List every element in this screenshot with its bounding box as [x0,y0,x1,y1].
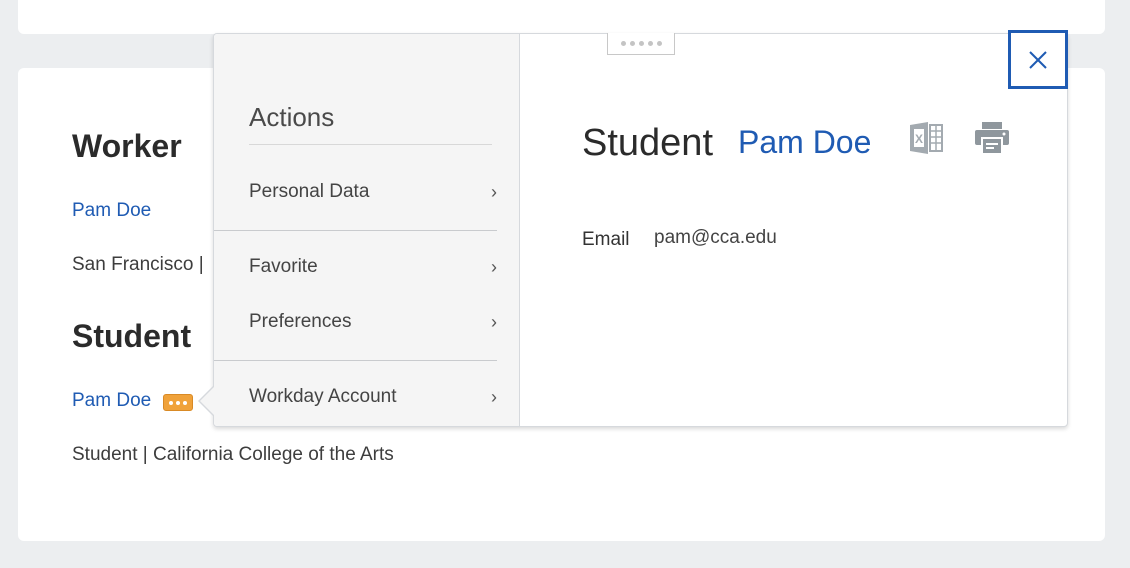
student-section-title: Student [72,318,192,354]
email-value: pam@cca.edu [654,227,777,248]
close-button[interactable] [1008,30,1068,89]
menu-item-personal-data[interactable]: Personal Data › [249,177,497,207]
detail-title: Student [582,122,713,164]
drag-handle[interactable] [607,33,675,55]
related-actions-button[interactable] [163,394,193,411]
close-icon [1029,50,1047,69]
menu-item-label: Workday Account [249,386,397,407]
actions-pane: Actions Personal Data › Favorite › Prefe… [214,34,520,426]
actions-title-divider [249,144,492,145]
chevron-right-icon: › [491,386,497,407]
student-subtext: Student | California College of the Arts [72,444,394,465]
printer-icon[interactable] [974,122,1010,159]
top-card [18,0,1105,34]
menu-item-label: Preferences [249,311,352,332]
chevron-right-icon: › [491,256,497,277]
worker-name-link[interactable]: Pam Doe [72,200,151,222]
worker-section-title: Worker [72,128,182,164]
svg-text:X: X [915,132,923,146]
grip-dot-icon [620,41,626,46]
menu-item-label: Personal Data [249,181,370,202]
menu-divider [214,360,497,361]
chevron-right-icon: › [491,311,497,332]
menu-item-preferences[interactable]: Preferences › [249,307,497,337]
actions-title: Actions [249,102,335,132]
chevron-right-icon: › [491,181,497,202]
popup-pointer-inner [200,387,214,415]
more-dots-icon [169,400,173,405]
menu-divider [214,230,497,231]
menu-item-workday-account[interactable]: Workday Account › [249,382,497,412]
menu-item-label: Favorite [249,256,318,277]
excel-export-icon[interactable]: X [908,122,944,159]
student-name-link[interactable]: Pam Doe [72,390,151,412]
worker-subtext: San Francisco | [72,254,204,275]
email-label: Email [582,229,630,250]
detail-name-link[interactable]: Pam Doe [738,124,871,161]
menu-item-favorite[interactable]: Favorite › [249,252,497,282]
related-actions-popup: Actions Personal Data › Favorite › Prefe… [213,33,1068,427]
